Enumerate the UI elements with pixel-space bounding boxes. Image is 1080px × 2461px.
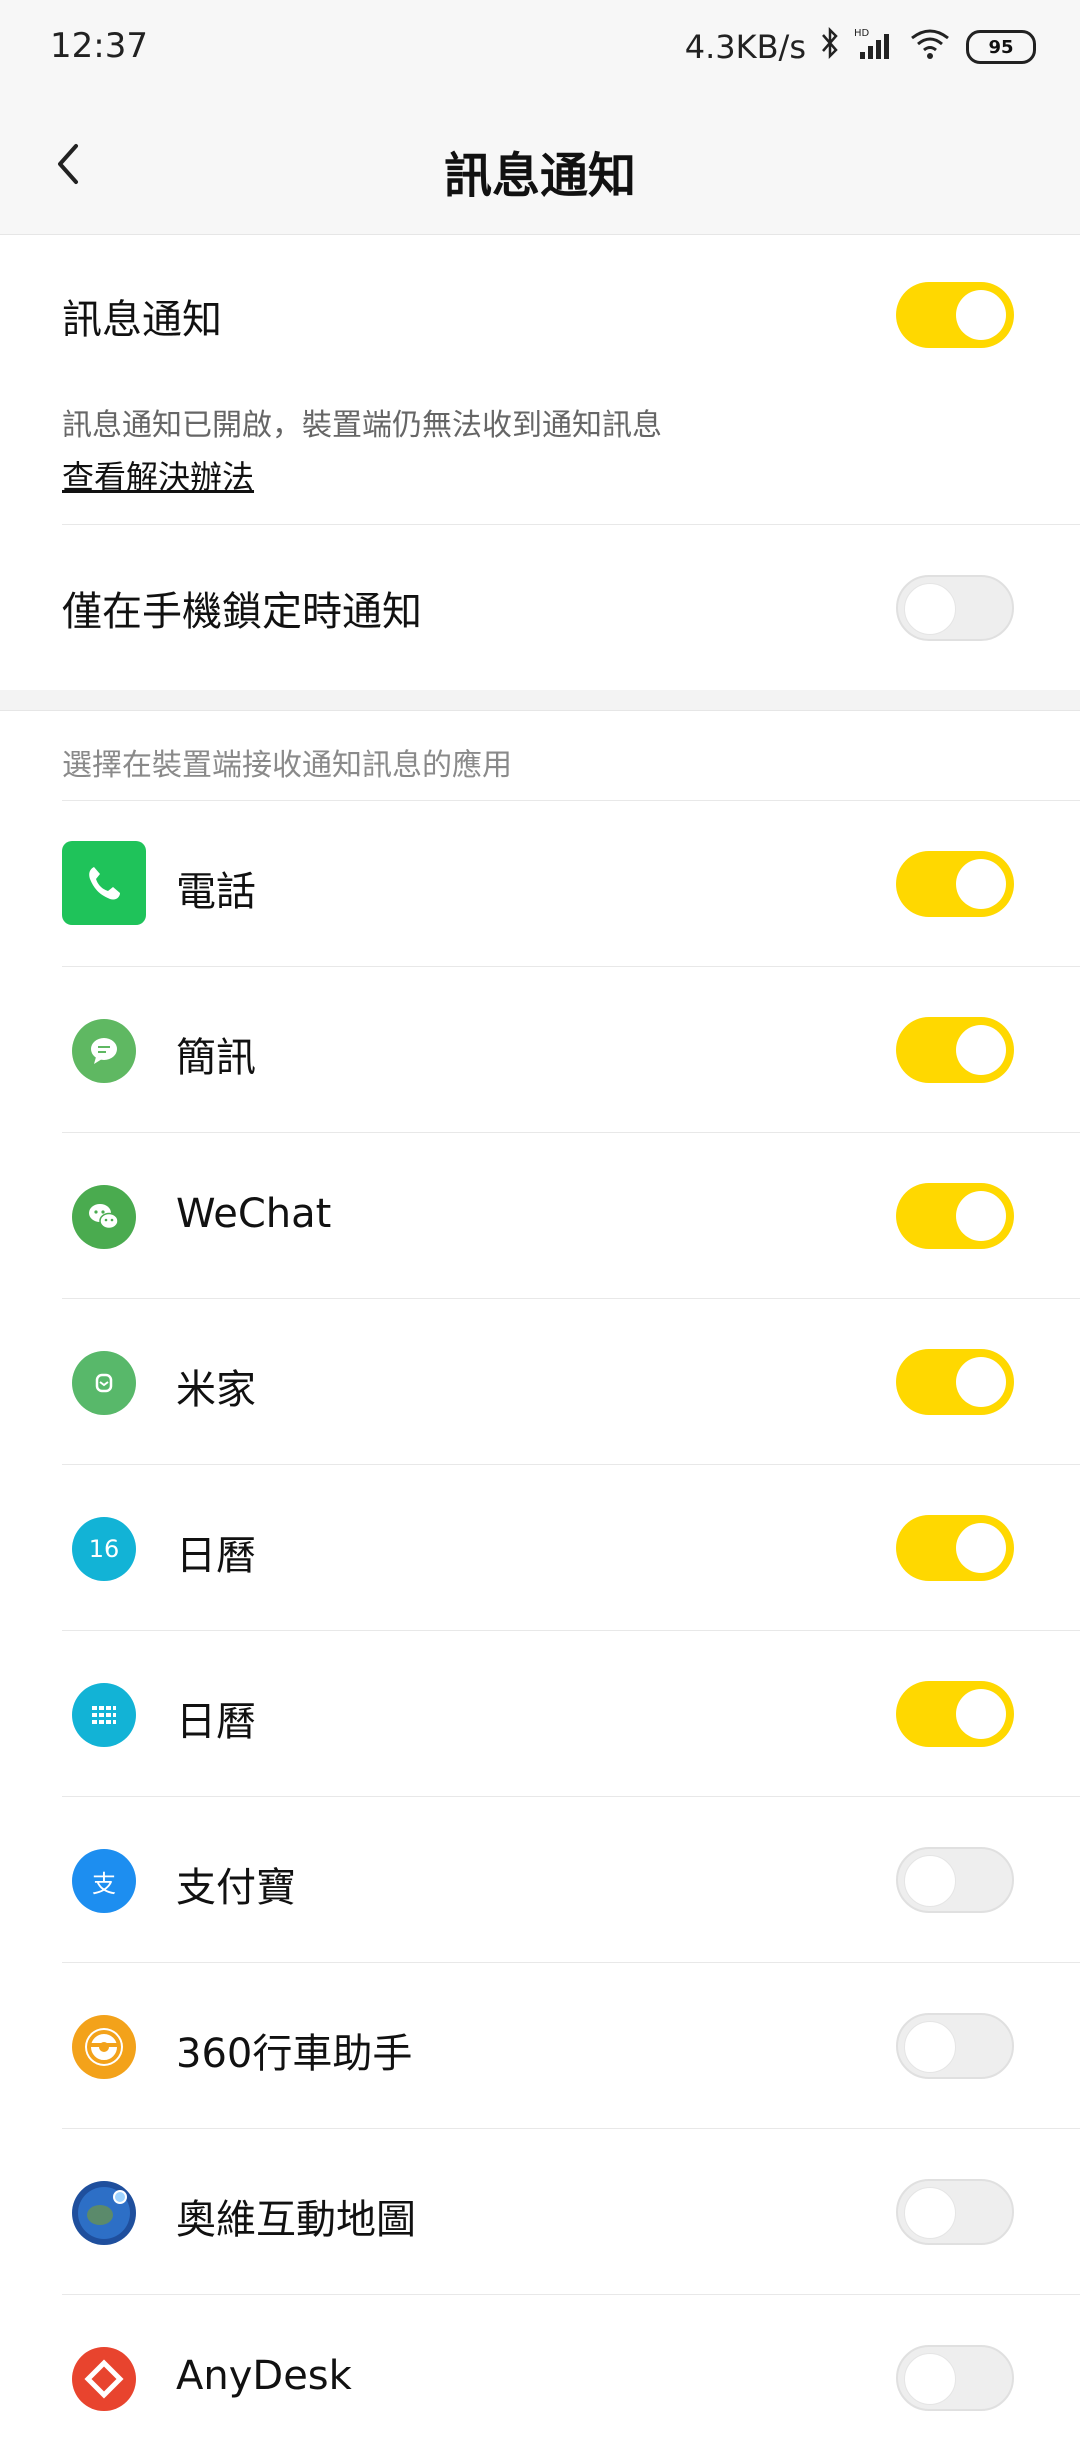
app-toggle[interactable] — [896, 1349, 1014, 1415]
app-toggle[interactable] — [896, 1847, 1014, 1913]
status-time: 12:37 — [50, 26, 148, 66]
app-row-mijia[interactable]: 米家 — [0, 1299, 1080, 1465]
app-row-map[interactable]: 奧維互動地圖 — [0, 2129, 1080, 2295]
battery-icon: 95 — [966, 30, 1036, 64]
lock-only-toggle[interactable] — [896, 575, 1014, 641]
app-name: 日曆 — [176, 1533, 256, 1579]
anydesk-icon — [72, 2347, 136, 2411]
app-row-anydesk[interactable]: AnyDesk — [0, 2295, 1080, 2461]
globe-icon — [72, 2181, 136, 2245]
toggle-knob — [956, 859, 1006, 909]
app-toggle[interactable] — [896, 2013, 1014, 2079]
toggle-knob — [904, 2353, 956, 2405]
status-indicators: 4.3KB/s HD 95 — [685, 26, 1036, 68]
app-toggle[interactable] — [896, 1681, 1014, 1747]
network-speed: 4.3KB/s — [684, 28, 806, 66]
hd-signal-icon: HD — [854, 26, 894, 68]
app-toggle[interactable] — [896, 1017, 1014, 1083]
steering-wheel-icon — [72, 2015, 136, 2079]
calendar-icon-date: 16 — [88, 1535, 120, 1563]
notify-label: 訊息通知 — [62, 297, 222, 343]
app-name: 奧維互動地圖 — [176, 2197, 416, 2243]
apps-section-header: 選擇在裝置端接收通知訊息的應用 — [62, 748, 512, 783]
app-row-alipay[interactable]: 支 支付寶 — [0, 1797, 1080, 1963]
app-row-calendar-2[interactable]: 日曆 — [0, 1631, 1080, 1797]
app-row-phone[interactable]: 電話 — [0, 801, 1080, 967]
wechat-icon — [72, 1185, 136, 1249]
toggle-knob — [904, 1855, 956, 1907]
notify-description: 訊息通知已開啟，裝置端仍無法收到通知訊息 — [62, 408, 662, 443]
toggle-knob — [904, 583, 956, 635]
page-title: 訊息通知 — [443, 148, 636, 204]
app-toggle[interactable] — [896, 2179, 1014, 2245]
app-toggle[interactable] — [896, 1183, 1014, 1249]
bluetooth-icon — [820, 26, 840, 68]
phone-icon — [62, 841, 146, 925]
toggle-knob — [956, 1523, 1006, 1573]
notify-toggle[interactable] — [896, 282, 1014, 348]
app-name: 日曆 — [176, 1699, 256, 1745]
wifi-icon — [908, 26, 952, 68]
calendar-grid-icon — [72, 1683, 136, 1747]
app-name: 米家 — [176, 1367, 256, 1413]
alipay-icon: 支 — [72, 1849, 136, 1913]
app-name: WeChat — [176, 1191, 332, 1237]
app-row-wechat[interactable]: WeChat — [0, 1133, 1080, 1299]
toggle-knob — [956, 1357, 1006, 1407]
app-toggle[interactable] — [896, 1515, 1014, 1581]
app-toggle[interactable] — [896, 2345, 1014, 2411]
toggle-knob — [956, 1689, 1006, 1739]
toggle-knob — [956, 1025, 1006, 1075]
app-name: 360行車助手 — [176, 2031, 413, 2077]
toggle-knob — [956, 1191, 1006, 1241]
alipay-icon-glyph: 支 — [92, 1869, 116, 1898]
calendar-icon: 16 — [72, 1517, 136, 1581]
mijia-icon — [72, 1351, 136, 1415]
app-name: 電話 — [176, 869, 256, 915]
svg-text:HD: HD — [854, 28, 870, 39]
app-toggle[interactable] — [896, 851, 1014, 917]
app-name: 支付寶 — [176, 1865, 296, 1911]
divider — [62, 524, 1080, 525]
solution-link[interactable]: 查看解決辦法 — [62, 452, 254, 498]
section-gap — [0, 690, 1080, 711]
battery-level: 95 — [988, 36, 1014, 58]
app-row-messages[interactable]: 簡訊 — [0, 967, 1080, 1133]
top-app-bar: 訊息通知 — [0, 96, 1080, 235]
app-row-calendar[interactable]: 16 日曆 — [0, 1465, 1080, 1631]
toggle-knob — [904, 2187, 956, 2239]
app-name: AnyDesk — [176, 2353, 352, 2399]
app-row-360-car[interactable]: 360行車助手 — [0, 1963, 1080, 2129]
message-icon — [72, 1019, 136, 1083]
status-bar: 12:37 4.3KB/s HD 95 — [0, 0, 1080, 96]
lock-only-label: 僅在手機鎖定時通知 — [62, 589, 422, 635]
app-name: 簡訊 — [176, 1035, 256, 1081]
toggle-knob — [904, 2021, 956, 2073]
toggle-knob — [956, 290, 1006, 340]
